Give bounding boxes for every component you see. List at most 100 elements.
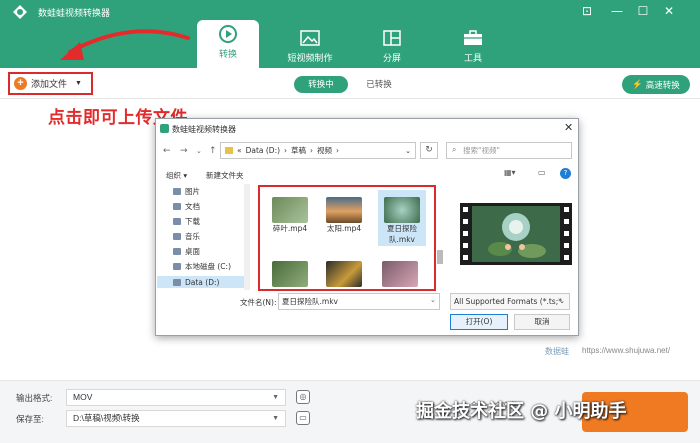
file-item[interactable]: [272, 261, 308, 287]
video-thumbnail: [272, 261, 308, 287]
chevron-down-icon[interactable]: ▼: [75, 80, 82, 87]
address-bar[interactable]: « Data (D:) › 草稿 › 视频 › ⌄: [220, 142, 416, 159]
sidebar-item-label: 下载: [185, 217, 200, 226]
path-separator-icon: ›: [310, 146, 314, 155]
sidebar-item-music[interactable]: 音乐: [173, 231, 200, 242]
organize-menu[interactable]: 组织 ▾: [166, 170, 187, 181]
file-name: 碎叶.mp4: [272, 224, 308, 233]
video-thumbnail: [326, 261, 362, 287]
format-settings-icon[interactable]: ◎: [296, 390, 310, 404]
path-segment[interactable]: 视频: [317, 145, 332, 156]
divider: [0, 98, 700, 99]
dialog-app-icon: [160, 124, 169, 133]
documents-icon: [173, 203, 181, 210]
sidebar-item-label: 桌面: [185, 247, 200, 256]
video-thumbnail: [382, 261, 418, 287]
convert-icon: [197, 23, 259, 45]
fast-convert-button[interactable]: ⚡ 高速转换: [622, 75, 690, 94]
file-list-scrollbar[interactable]: [437, 250, 443, 264]
drive-icon: [173, 278, 181, 286]
new-folder-button[interactable]: 新建文件夹: [206, 170, 244, 181]
tab-video-maker[interactable]: 短视频制作: [278, 24, 342, 68]
desktop-icon: [173, 248, 181, 255]
path-segment[interactable]: Data (D:): [246, 146, 280, 155]
path-separator-icon: ›: [336, 146, 340, 155]
lightning-icon: ⚡: [632, 79, 643, 89]
drive-icon: [173, 263, 181, 270]
output-format-value: MOV: [73, 392, 93, 402]
back-icon[interactable]: ←: [163, 146, 171, 156]
output-format-select[interactable]: MOV ▼: [66, 389, 286, 406]
filename-label: 文件名(N):: [240, 298, 277, 307]
file-item[interactable]: [326, 261, 362, 287]
chevron-down-icon[interactable]: ⌄: [430, 296, 436, 304]
sidebar-item-drive-d[interactable]: Data (D:): [157, 276, 244, 288]
sidebar-item-desktop[interactable]: 桌面: [173, 246, 200, 257]
annotation-arrow: [60, 29, 190, 60]
download-icon: [173, 218, 181, 225]
folder-icon: [225, 147, 233, 154]
forward-icon[interactable]: →: [180, 146, 188, 156]
sidebar-item-label: 图片: [185, 187, 200, 196]
organize-label: 组织: [166, 171, 181, 180]
sidebar-item-drive-c[interactable]: 本地磁盘 (C:): [173, 261, 231, 272]
close-icon[interactable]: ✕: [660, 3, 678, 19]
split-screen-icon: [360, 27, 424, 49]
tab-label: 转换: [218, 49, 237, 59]
search-input[interactable]: 搜索"视频": [446, 142, 572, 159]
app-title: 数蛙蛙视频转换器: [38, 8, 111, 18]
add-file-button[interactable]: + 添加文件 ▼: [8, 72, 93, 95]
sidebar-item-documents[interactable]: 文档: [173, 201, 200, 212]
app-logo-icon: [12, 4, 28, 20]
watermark-brand: 数据蛙: [545, 347, 569, 356]
folder-icon[interactable]: ▭: [296, 411, 310, 425]
add-file-label: 添加文件: [31, 79, 68, 89]
chevron-down-icon: ▼: [272, 394, 279, 401]
tab-label: 分屏: [382, 53, 401, 63]
file-type-filter[interactable]: All Supported Formats (*.ts;* ⌄: [450, 293, 570, 310]
tab-tools[interactable]: 工具: [441, 24, 505, 68]
tab-convert[interactable]: 转换: [197, 20, 259, 68]
refresh-icon[interactable]: ↻: [420, 142, 438, 159]
help-icon[interactable]: ?: [560, 168, 571, 179]
tab-split-screen[interactable]: 分屏: [360, 24, 424, 68]
output-format-label: 输出格式:: [16, 393, 53, 403]
sidebar-scrollbar[interactable]: [244, 184, 250, 290]
video-thumbnail: [272, 197, 308, 223]
pictures-icon: [173, 188, 181, 195]
save-path-select[interactable]: D:\草稿\视频\转换 ▼: [66, 410, 286, 427]
cancel-button[interactable]: 取消: [514, 314, 570, 330]
dialog-title: 数蛙蛙视频转换器: [172, 125, 236, 134]
file-name: 太阳.mp4: [326, 224, 362, 233]
maximize-icon[interactable]: ☐: [634, 3, 652, 19]
tab-converting[interactable]: 转换中: [294, 76, 348, 93]
tab-converted[interactable]: 已转换: [357, 76, 401, 93]
watermark-url: https://www.shujuwa.net/: [582, 346, 671, 355]
preview-pane: [460, 203, 572, 265]
dialog-close-icon[interactable]: ✕: [564, 121, 573, 134]
sidebar-item-downloads[interactable]: 下载: [173, 216, 200, 227]
open-button[interactable]: 打开(O): [450, 314, 508, 330]
plus-icon: +: [14, 77, 27, 90]
credit-watermark: 掘金技术社区 @ 小明助手: [416, 401, 627, 422]
chevron-down-icon[interactable]: ⌄: [196, 147, 202, 155]
file-item[interactable]: 夏日探险队.mkv: [382, 197, 422, 245]
file-item[interactable]: [382, 261, 418, 287]
file-item[interactable]: 太阳.mp4: [326, 197, 362, 234]
view-options-icon[interactable]: ▦▾: [504, 168, 516, 177]
sidebar-item-label: 音乐: [185, 232, 200, 241]
up-icon[interactable]: ↑: [209, 146, 217, 156]
chevron-down-icon: ▼: [272, 415, 279, 422]
preview-pane-icon[interactable]: ▭: [538, 168, 546, 177]
chevron-down-icon[interactable]: ⌄: [405, 147, 411, 155]
path-segment[interactable]: 草稿: [291, 145, 306, 156]
minimize-icon[interactable]: —: [608, 3, 626, 19]
filename-input[interactable]: 夏日探险队.mkv: [278, 293, 440, 310]
feedback-icon[interactable]: ⊡: [578, 3, 596, 19]
path-separator-icon: ›: [284, 146, 288, 155]
file-item[interactable]: 碎叶.mp4: [272, 197, 308, 234]
sidebar-item-pictures[interactable]: 图片: [173, 186, 200, 197]
chevron-down-icon: ⌄: [559, 297, 565, 305]
dialog-sidebar: 图片 文档 下载 音乐 桌面 本地磁盘 (C:) Data (D:): [157, 184, 244, 290]
toolbox-icon: [441, 27, 505, 49]
